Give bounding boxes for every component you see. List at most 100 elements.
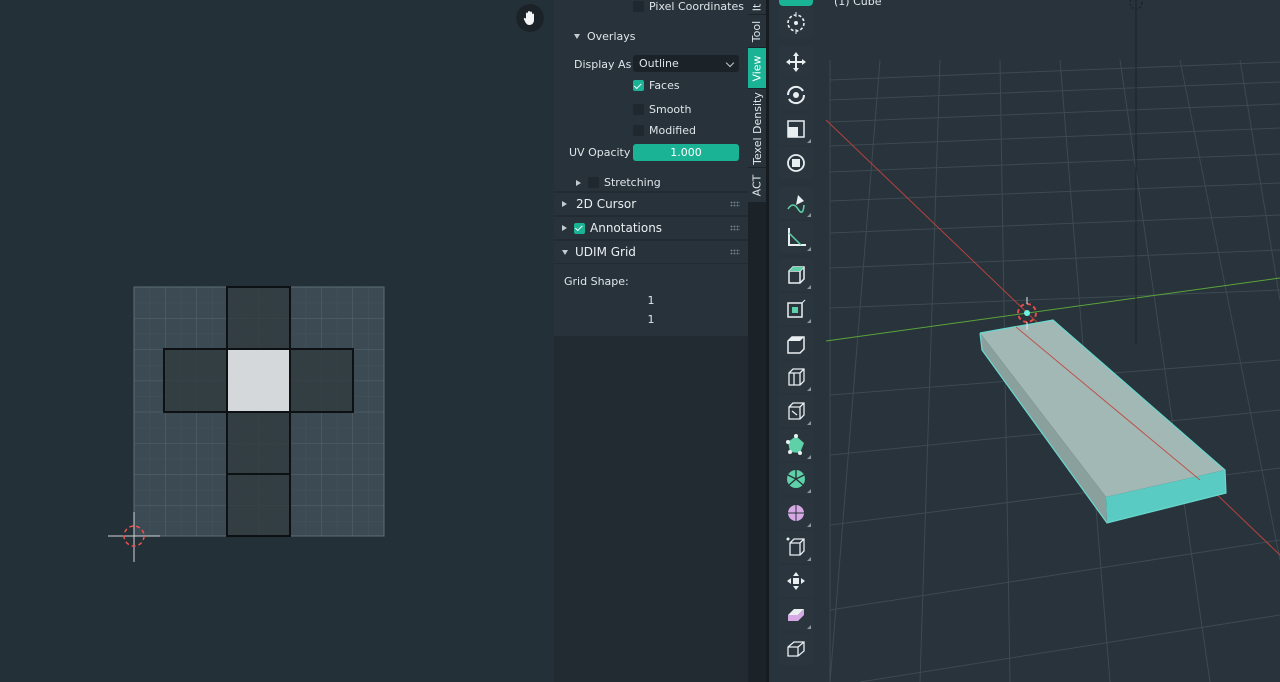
smooth-vertices-tool[interactable] bbox=[779, 531, 813, 563]
chevron-down-icon bbox=[725, 58, 735, 68]
bevel-icon bbox=[788, 368, 805, 386]
udim-grid-section-header[interactable]: UDIM Grid bbox=[554, 241, 748, 263]
shrink-fatten-tool[interactable] bbox=[779, 599, 813, 631]
collapse-arrow-icon[interactable] bbox=[574, 33, 580, 39]
display-as-select[interactable]: Outline bbox=[633, 55, 739, 72]
cursor-icon bbox=[787, 12, 805, 34]
modified-row[interactable]: Modified bbox=[633, 123, 696, 138]
tab-texel-density[interactable]: Texel Density bbox=[748, 89, 766, 168]
uv-opacity-label: UV Opacity bbox=[569, 146, 631, 159]
annotate-tool[interactable] bbox=[779, 187, 813, 219]
cursor-2d-title: 2D Cursor bbox=[576, 197, 637, 211]
uv-face-right bbox=[289, 348, 354, 413]
tab-view[interactable]: View bbox=[748, 48, 766, 89]
modified-label: Modified bbox=[649, 124, 696, 137]
tool-group-corner-icon bbox=[807, 319, 811, 323]
inset-faces-tool[interactable] bbox=[779, 327, 813, 359]
scale-tool[interactable] bbox=[779, 113, 813, 145]
tool-group-corner-icon bbox=[807, 247, 811, 251]
select-box-tool[interactable] bbox=[779, 0, 813, 6]
cursor-2d-section-header[interactable]: 2D Cursor bbox=[554, 193, 748, 215]
loop-cut-tool[interactable] bbox=[779, 395, 813, 427]
grid-shape-y-field[interactable]: 1 bbox=[554, 311, 748, 327]
move-tool[interactable] bbox=[779, 46, 813, 78]
rotate-icon bbox=[786, 85, 806, 105]
uv-face-left bbox=[163, 348, 228, 413]
sidebar-tabs: It Tool View Texel Density ACT bbox=[748, 0, 766, 682]
modified-checkbox[interactable] bbox=[633, 125, 644, 136]
uv-opacity-value: 1.000 bbox=[670, 146, 702, 159]
uv-canvas[interactable] bbox=[0, 0, 554, 682]
overlays-subpanel-header[interactable]: Overlays bbox=[574, 28, 636, 44]
edge-slide-icon bbox=[787, 572, 805, 590]
cursor-tool[interactable] bbox=[779, 7, 813, 39]
expand-arrow-icon[interactable] bbox=[562, 225, 567, 231]
display-as-label: Display As bbox=[574, 57, 632, 71]
collapse-arrow-icon[interactable] bbox=[562, 249, 568, 255]
shear-icon bbox=[787, 641, 805, 657]
annotations-title: Annotations bbox=[590, 221, 663, 235]
move-icon bbox=[786, 52, 806, 72]
tool-group-corner-icon bbox=[807, 421, 811, 425]
bevel-tool[interactable] bbox=[779, 361, 813, 393]
overlays-title: Overlays bbox=[587, 29, 636, 43]
loop-cut-icon bbox=[788, 402, 805, 420]
3d-viewport[interactable] bbox=[769, 0, 1280, 682]
stretching-subpanel-header[interactable]: Stretching bbox=[576, 175, 661, 190]
tab-tool[interactable]: Tool bbox=[748, 15, 766, 48]
tool-group-corner-icon bbox=[807, 625, 811, 629]
add-cube-icon bbox=[788, 266, 805, 284]
uv-opacity-slider[interactable]: 1.000 bbox=[633, 144, 739, 161]
tool-group-corner-icon bbox=[807, 557, 811, 561]
poly-build-tool[interactable] bbox=[779, 463, 813, 495]
uv-face-lower bbox=[226, 411, 291, 475]
annotations-checkbox[interactable] bbox=[574, 222, 585, 234]
measure-tool[interactable] bbox=[779, 221, 813, 253]
selected-cube-mesh[interactable] bbox=[979, 319, 1227, 524]
udim-grid-title: UDIM Grid bbox=[575, 245, 636, 259]
tab-item[interactable]: It bbox=[748, 0, 766, 15]
display-as-value: Outline bbox=[639, 57, 679, 70]
uv-editor[interactable] bbox=[0, 0, 554, 682]
transform-tool[interactable] bbox=[779, 147, 813, 179]
tab-act[interactable]: ACT bbox=[748, 168, 766, 203]
grid-shape-x-field[interactable]: 1 bbox=[554, 292, 748, 308]
tool-group-corner-icon bbox=[807, 387, 811, 391]
stretching-checkbox[interactable] bbox=[588, 177, 599, 188]
smooth-row[interactable]: Smooth bbox=[633, 102, 691, 117]
object-info-label: (1) Cube bbox=[834, 0, 882, 8]
pixel-coordinates-checkbox[interactable] bbox=[633, 1, 644, 12]
pixel-coordinates-row[interactable]: Pixel Coordinates bbox=[633, 0, 744, 13]
uv-face-center-selected bbox=[226, 348, 291, 413]
drag-grip-icon[interactable] bbox=[730, 201, 740, 207]
smooth-checkbox[interactable] bbox=[633, 104, 644, 115]
stretching-label: Stretching bbox=[604, 176, 661, 189]
viewport-scene[interactable] bbox=[769, 0, 1280, 682]
expand-arrow-icon[interactable] bbox=[562, 201, 567, 207]
annotations-section-header[interactable]: Annotations bbox=[554, 217, 748, 239]
rotate-tool[interactable] bbox=[779, 79, 813, 111]
expand-arrow-icon[interactable] bbox=[576, 179, 581, 186]
scale-icon bbox=[787, 120, 805, 138]
uv-face-bottom bbox=[226, 473, 291, 537]
uv-sidebar-panel: Pixel Coordinates Overlays Display As Ou… bbox=[554, 0, 748, 682]
drag-grip-icon[interactable] bbox=[730, 225, 740, 231]
extrude-region-icon bbox=[787, 299, 806, 318]
faces-checkbox[interactable] bbox=[633, 80, 644, 91]
grid-shape-label: Grid Shape: bbox=[564, 274, 629, 288]
extrude-region-tool[interactable] bbox=[779, 293, 813, 325]
faces-row[interactable]: Faces bbox=[633, 78, 680, 93]
measure-icon bbox=[788, 228, 806, 246]
edge-slide-tool[interactable] bbox=[779, 565, 813, 597]
add-cube-tool[interactable] bbox=[779, 259, 813, 291]
shear-tool[interactable] bbox=[779, 633, 813, 665]
shrink-fatten-icon bbox=[788, 609, 804, 621]
tool-group-corner-icon bbox=[807, 523, 811, 527]
spin-tool[interactable] bbox=[779, 497, 813, 529]
drag-grip-icon[interactable] bbox=[730, 249, 740, 255]
knife-tool[interactable] bbox=[779, 429, 813, 461]
tool-group-corner-icon bbox=[807, 489, 811, 493]
hand-pan-icon[interactable] bbox=[516, 4, 544, 32]
transform-icon bbox=[787, 154, 805, 172]
spin-icon bbox=[788, 505, 804, 521]
